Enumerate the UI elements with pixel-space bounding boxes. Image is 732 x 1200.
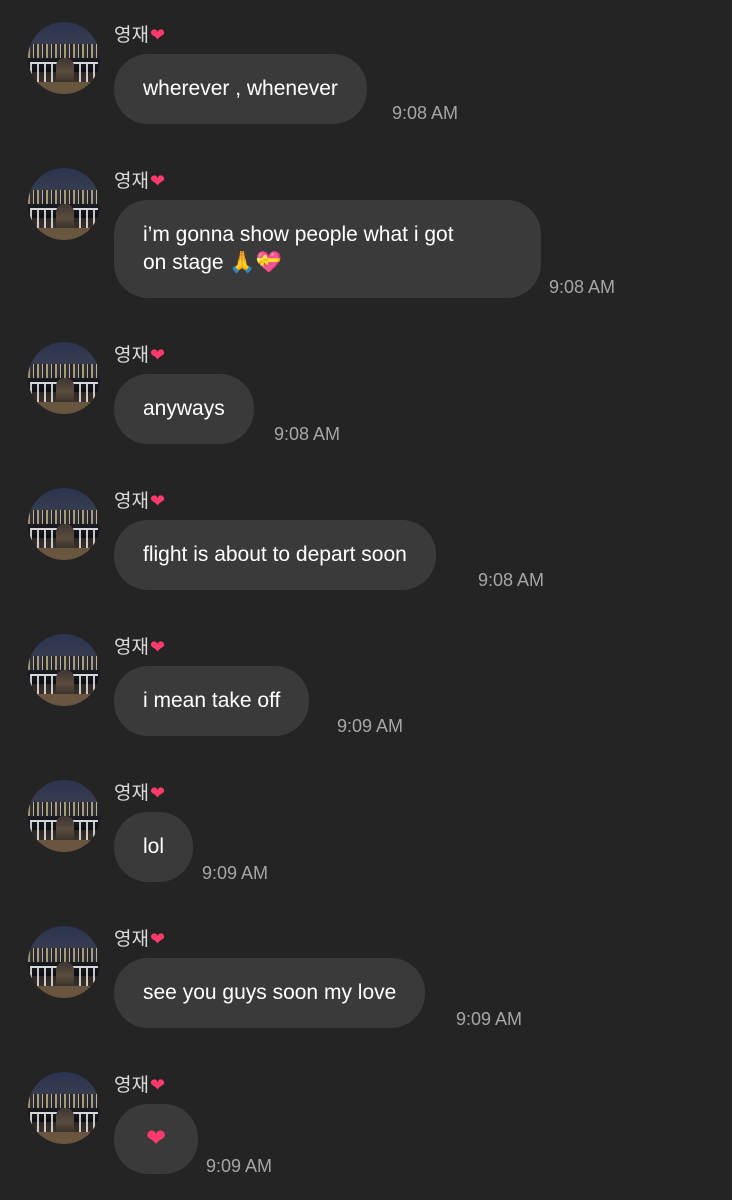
- avatar[interactable]: [28, 926, 100, 998]
- sender-name: 영재❤: [114, 636, 165, 659]
- sender-name-text: 영재: [114, 1075, 149, 1096]
- avatar-skyline: [28, 802, 100, 816]
- message-timestamp: 9:08 AM: [549, 277, 616, 297]
- message-text-line: i’m gonna show people what i got: [143, 223, 454, 246]
- avatar-ground: [28, 548, 100, 560]
- sender-name: 영재❤: [114, 490, 165, 513]
- avatar[interactable]: [28, 488, 100, 560]
- message-text: see you guys soon my love: [143, 981, 397, 1004]
- message-timestamp: 9:08 AM: [274, 424, 341, 444]
- message-timestamp: 9:09 AM: [456, 1009, 523, 1029]
- heart-icon: ❤: [149, 1075, 166, 1095]
- message-bubble[interactable]: i’m gonna show people what i got on stag…: [114, 200, 541, 298]
- avatar[interactable]: [28, 634, 100, 706]
- avatar-skyline: [28, 190, 100, 204]
- avatar-skyline: [28, 656, 100, 670]
- avatar-skyline: [28, 1094, 100, 1108]
- avatar-ground: [28, 694, 100, 706]
- message-bubble[interactable]: anyways: [114, 374, 254, 444]
- sender-name-text: 영재: [114, 637, 149, 658]
- avatar-ground: [28, 840, 100, 852]
- sender-name-text: 영재: [114, 491, 149, 512]
- sender-name: 영재❤: [114, 344, 165, 367]
- message-timestamp: 9:08 AM: [392, 103, 459, 123]
- sender-name: 영재❤: [114, 782, 165, 805]
- message-bubble[interactable]: i mean take off: [114, 666, 310, 736]
- sender-name-text: 영재: [114, 171, 149, 192]
- sender-name: 영재❤: [114, 928, 165, 951]
- heart-icon: ❤: [145, 1125, 167, 1152]
- message-bubble[interactable]: lol: [114, 812, 194, 882]
- heart-icon: ❤: [149, 345, 166, 365]
- sender-name-text: 영재: [114, 783, 149, 804]
- chat-screen: 영재❤ wherever , whenever 9:08 AM 영재❤ i’m …: [0, 0, 732, 1200]
- heart-icon: ❤: [149, 25, 166, 45]
- avatar[interactable]: [28, 780, 100, 852]
- avatar-skyline: [28, 364, 100, 378]
- message-bubble[interactable]: wherever , whenever: [114, 54, 367, 124]
- sender-name-text: 영재: [114, 929, 149, 950]
- message-timestamp: 9:09 AM: [202, 863, 269, 883]
- avatar-skyline: [28, 44, 100, 58]
- heart-icon: ❤: [149, 171, 166, 191]
- sender-name: 영재❤: [114, 1074, 165, 1097]
- message-text: flight is about to depart soon: [143, 543, 407, 566]
- avatar-ground: [28, 402, 100, 414]
- avatar-ground: [28, 228, 100, 240]
- heart-icon: ❤: [149, 783, 166, 803]
- heart-icon: ❤: [149, 637, 166, 657]
- message-text: anyways: [143, 397, 225, 420]
- message-bubble[interactable]: ❤: [114, 1104, 198, 1174]
- avatar[interactable]: [28, 1072, 100, 1144]
- avatar-skyline: [28, 948, 100, 962]
- avatar[interactable]: [28, 342, 100, 414]
- message-text: lol: [143, 835, 165, 858]
- sender-name: 영재❤: [114, 24, 165, 47]
- message-timestamp: 9:08 AM: [478, 570, 545, 590]
- heart-icon: ❤: [149, 491, 166, 511]
- message-bubble[interactable]: see you guys soon my love: [114, 958, 426, 1028]
- avatar-ground: [28, 82, 100, 94]
- sender-name-text: 영재: [114, 345, 149, 366]
- avatar-ground: [28, 986, 100, 998]
- avatar-ground: [28, 1132, 100, 1144]
- message-text-line: on stage 🙏💝: [143, 251, 282, 274]
- message-bubble[interactable]: flight is about to depart soon: [114, 520, 436, 590]
- avatar-skyline: [28, 510, 100, 524]
- message-timestamp: 9:09 AM: [206, 1156, 273, 1176]
- sender-name: 영재❤: [114, 170, 165, 193]
- avatar[interactable]: [28, 22, 100, 94]
- avatar[interactable]: [28, 168, 100, 240]
- message-text: wherever , whenever: [143, 77, 338, 100]
- message-timestamp: 9:09 AM: [337, 716, 404, 736]
- message-text: i mean take off: [143, 689, 281, 712]
- heart-icon: ❤: [149, 929, 166, 949]
- sender-name-text: 영재: [114, 25, 149, 46]
